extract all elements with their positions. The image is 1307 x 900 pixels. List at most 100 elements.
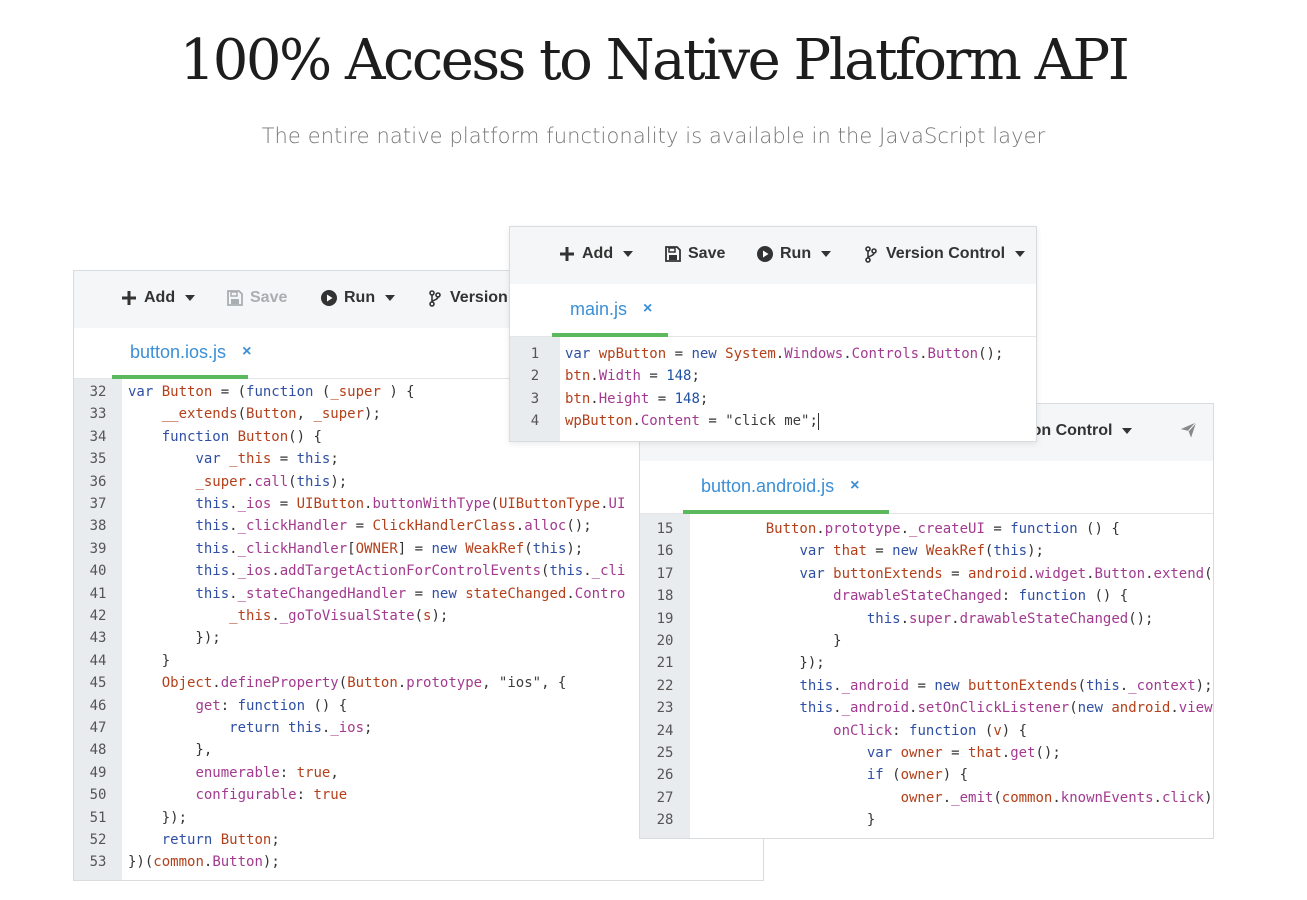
chevron-down-icon: [623, 251, 634, 257]
editor-toolbar: Add Save Run Version Control: [510, 227, 1036, 285]
code-text: this._ios.addTargetActionForControlEvent…: [195, 563, 626, 580]
line-number: 39: [89, 540, 107, 557]
version-control-label: Version: [450, 289, 508, 306]
line-number: 17: [656, 565, 674, 582]
line-number: 15: [656, 521, 674, 537]
add-label: Add: [144, 289, 176, 306]
tab-button-android-js[interactable]: button.android.js ×: [683, 462, 889, 514]
line-number: 26: [656, 767, 674, 784]
line-number: 37: [89, 496, 107, 512]
code-text: return Button;: [161, 832, 280, 848]
line-number: 38: [89, 518, 107, 535]
play-circle-icon: [320, 290, 337, 307]
line-number: 35: [89, 451, 107, 468]
line-number: 45: [89, 675, 107, 692]
line-number: 53: [89, 854, 107, 871]
add-button[interactable]: Add: [120, 289, 196, 307]
code-text: onClick: function (v) {: [833, 722, 1028, 739]
line-number: 43: [89, 630, 107, 647]
code-text: wpButton.Content = "click me";: [565, 412, 819, 430]
line-number: 27: [656, 789, 674, 806]
code-text: var that = new WeakRef(this);: [799, 543, 1044, 560]
code-text: btn.Height = 148;: [565, 390, 709, 407]
line-number: 16: [656, 543, 674, 560]
line-number: 32: [89, 384, 107, 400]
save-button[interactable]: Save: [664, 245, 725, 263]
floppy-disk-icon: [664, 246, 681, 263]
code-text: })(common.Button);: [128, 854, 280, 871]
close-icon[interactable]: ×: [643, 300, 652, 318]
tab-button-main-js[interactable]: main.js ×: [552, 285, 668, 337]
add-button[interactable]: Add: [558, 245, 634, 263]
tab-label: main.js: [570, 298, 628, 319]
chevron-down-icon: [1122, 428, 1133, 434]
editor-window-android: rsion Control button.android.js × 15 But…: [639, 403, 1214, 839]
close-icon[interactable]: ×: [850, 477, 859, 495]
code-text: Button.prototype._createUI = function ()…: [765, 521, 1120, 537]
line-number: 33: [89, 406, 107, 423]
line-number: 20: [656, 633, 674, 649]
tab-bar: main.js ×: [510, 284, 1036, 337]
code-text: drawableStateChanged: function () {: [833, 588, 1129, 605]
line-number: 4: [530, 413, 540, 430]
code-text: get: function () {: [195, 697, 348, 714]
code-text: this._clickHandler = ClickHandlerClass.a…: [195, 518, 592, 535]
line-number: 46: [89, 697, 107, 714]
code-text: function Button() {: [161, 428, 322, 445]
version-control-button[interactable]: Version Control: [862, 245, 1026, 263]
run-button[interactable]: Run: [320, 289, 396, 307]
save-button[interactable]: Save: [226, 289, 287, 307]
code-editor[interactable]: 15 Button.prototype._createUI = function…: [640, 514, 1213, 838]
code-text: this._ios = UIButton.buttonWithType(UIBu…: [195, 496, 626, 512]
line-number: 34: [89, 428, 107, 445]
code-text: configurable: true: [195, 787, 348, 804]
line-number: 51: [89, 809, 107, 826]
code-text: return this._ios;: [229, 720, 373, 736]
close-icon[interactable]: ×: [242, 343, 251, 361]
code-text: __extends(Button, _super);: [161, 406, 381, 423]
code-text: var Button = (function (_super ) {: [128, 384, 415, 400]
tab-label: button.android.js: [701, 475, 835, 496]
code-text: });: [128, 630, 221, 647]
code-editor[interactable]: 1 var wpButton = new System.Windows.Contr…: [510, 337, 1036, 441]
code-text: this._stateChangedHandler = new stateCha…: [195, 585, 626, 602]
add-label: Add: [582, 245, 614, 262]
version-control-button[interactable]: Version: [426, 289, 508, 307]
line-number: 23: [656, 700, 674, 717]
code-text: this._android.setOnClickListener(new and…: [799, 700, 1213, 717]
line-number: 52: [89, 832, 107, 848]
code-text: });: [732, 655, 825, 672]
code-text: var _this = this;: [195, 451, 339, 468]
branch-icon: [426, 289, 443, 307]
code-text: Object.defineProperty(Button.prototype, …: [161, 675, 567, 692]
send-icon: [1180, 421, 1197, 438]
send-button[interactable]: [1180, 421, 1197, 438]
run-label: Run: [344, 289, 376, 306]
line-number: 2: [530, 368, 540, 385]
plus-icon: [558, 246, 575, 263]
tab-label: button.ios.js: [130, 341, 227, 362]
line-number: 28: [656, 812, 674, 829]
line-number: 49: [89, 764, 107, 781]
line-number: 42: [89, 608, 107, 624]
run-button[interactable]: Run: [756, 245, 832, 263]
code-text: _this._goToVisualState(s);: [229, 608, 449, 624]
code-text: _super.call(this);: [195, 473, 348, 490]
line-number: 21: [656, 655, 674, 672]
page-subtitle: The entire native platform functionality…: [261, 124, 1046, 148]
save-label: Save: [250, 289, 288, 306]
line-number: 41: [89, 585, 107, 602]
code-text: btn.Width = 148;: [565, 368, 700, 385]
code-text: var buttonExtends = android.widget.Butto…: [799, 565, 1213, 582]
editor-window-main: Add Save Run Version Control main.js × 1…: [509, 226, 1037, 442]
code-text: this._android = new buttonExtends(this._…: [799, 677, 1213, 694]
line-number: 24: [656, 722, 674, 739]
line-number: 25: [656, 745, 674, 761]
line-number: 22: [656, 677, 674, 694]
code-text: owner._emit(common.knownEvents.click);: [900, 789, 1213, 806]
code-text: },: [128, 742, 213, 759]
chevron-down-icon: [821, 251, 832, 257]
tab-button-ios-js[interactable]: button.ios.js ×: [112, 329, 251, 379]
code-text: this._clickHandler[OWNER] = new WeakRef(…: [195, 540, 584, 557]
line-number: 1: [530, 346, 540, 362]
